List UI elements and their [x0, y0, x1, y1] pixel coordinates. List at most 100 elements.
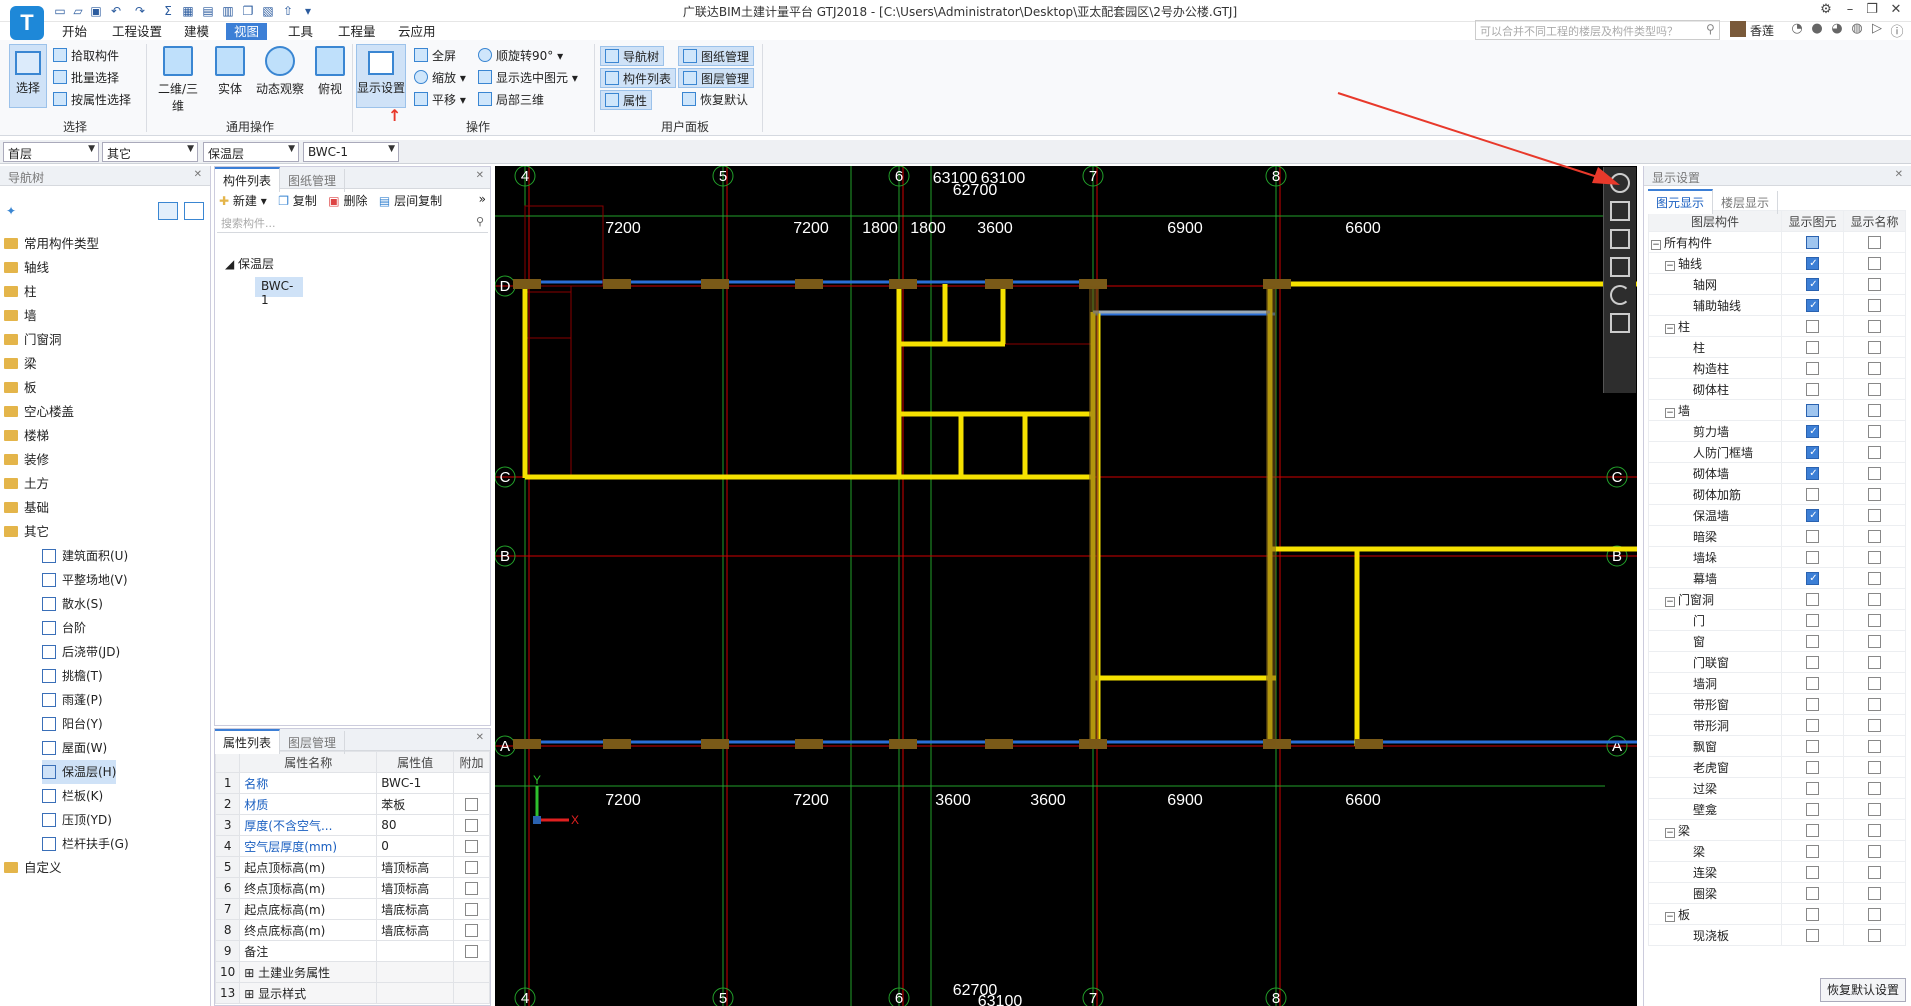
- save-icon[interactable]: ▣: [88, 3, 104, 19]
- search-icon[interactable]: ⚲: [1706, 22, 1715, 36]
- show-name-checkbox[interactable]: [1868, 383, 1881, 396]
- property-row[interactable]: 13 ⊞ 显示样式: [214, 982, 490, 1004]
- show-element-checkbox[interactable]: [1806, 698, 1819, 711]
- show-element-checkbox[interactable]: [1806, 551, 1819, 564]
- show-element-checkbox[interactable]: [1806, 236, 1819, 249]
- refresh-icon[interactable]: [1610, 285, 1630, 305]
- nav-sub-item[interactable]: 压顶(YD): [42, 808, 112, 832]
- display-row[interactable]: 砌体柱: [1648, 378, 1906, 400]
- category-select[interactable]: 其它 ▼: [102, 142, 198, 162]
- select-by-attribute-button[interactable]: 按属性选择: [53, 90, 131, 110]
- close-icon[interactable]: ✕: [470, 729, 490, 746]
- property-value[interactable]: 苯板: [376, 793, 454, 815]
- top-view-button[interactable]: 俯视: [306, 46, 354, 104]
- property-row[interactable]: 5 起点顶标高(m) 墙顶标高: [214, 856, 490, 878]
- tab-layer-manager[interactable]: 图层管理: [280, 731, 346, 754]
- video-icon[interactable]: ▷: [1868, 21, 1886, 39]
- show-element-checkbox[interactable]: [1806, 845, 1819, 858]
- show-element-checkbox[interactable]: [1806, 761, 1819, 774]
- component-select[interactable]: BWC-1 ▼: [303, 142, 399, 162]
- show-element-checkbox[interactable]: [1806, 362, 1819, 375]
- nav-item[interactable]: 梁: [4, 352, 37, 376]
- close-icon[interactable]: ✕: [1895, 169, 1903, 180]
- property-value[interactable]: 墙顶标高: [376, 877, 454, 899]
- batch-select-button[interactable]: 批量选择: [53, 68, 119, 88]
- display-row[interactable]: − 柱: [1648, 315, 1906, 337]
- message-icon[interactable]: ●: [1808, 21, 1826, 39]
- show-element-checkbox[interactable]: [1806, 908, 1819, 921]
- grid-icon[interactable]: [1610, 313, 1630, 333]
- tab-element-display[interactable]: 图元显示: [1648, 189, 1714, 214]
- nav-item[interactable]: 门窗洞: [4, 328, 62, 352]
- display-row[interactable]: 构造柱: [1648, 357, 1906, 379]
- 2d-3d-button[interactable]: 二维/三维: [154, 46, 202, 113]
- show-name-checkbox[interactable]: [1868, 782, 1881, 795]
- property-row[interactable]: 9 备注: [214, 940, 490, 962]
- nav-sub-item[interactable]: 雨蓬(P): [42, 688, 103, 712]
- show-element-checkbox[interactable]: [1806, 635, 1819, 648]
- nav-item[interactable]: 装修: [4, 448, 49, 472]
- display-row[interactable]: 暗梁: [1648, 525, 1906, 547]
- display-row[interactable]: − 门窗洞: [1648, 588, 1906, 610]
- display-row[interactable]: − 所有构件: [1648, 231, 1906, 253]
- show-name-checkbox[interactable]: [1868, 551, 1881, 564]
- skin-icon[interactable]: ◍: [1848, 21, 1866, 39]
- show-name-checkbox[interactable]: [1868, 257, 1881, 270]
- minimize-icon[interactable]: –: [1840, 2, 1860, 17]
- show-name-checkbox[interactable]: [1868, 908, 1881, 921]
- show-element-checkbox[interactable]: [1806, 803, 1819, 816]
- show-name-checkbox[interactable]: [1868, 509, 1881, 522]
- nav-item[interactable]: 轴线: [4, 256, 49, 280]
- show-element-checkbox[interactable]: [1806, 887, 1819, 900]
- display-row[interactable]: 带形窗: [1648, 693, 1906, 715]
- nav-sub-item[interactable]: 台阶: [42, 616, 86, 640]
- show-name-checkbox[interactable]: [1868, 845, 1881, 858]
- restore-icon[interactable]: ❐: [1862, 2, 1882, 17]
- show-element-checkbox[interactable]: [1806, 488, 1819, 501]
- show-element-checkbox[interactable]: [1806, 614, 1819, 627]
- display-row[interactable]: 带形洞: [1648, 714, 1906, 736]
- property-value[interactable]: BWC-1: [376, 772, 454, 794]
- select-button[interactable]: 选择: [9, 44, 47, 108]
- copy-button[interactable]: ❐ 复制: [278, 194, 317, 208]
- property-row[interactable]: 2 材质 苯板: [214, 793, 490, 815]
- show-element-checkbox[interactable]: [1806, 446, 1819, 459]
- image-icon[interactable]: ▤: [200, 3, 216, 19]
- rotate-90-button[interactable]: 顺旋转90° ▾: [478, 46, 563, 66]
- property-row[interactable]: 10 ⊞ 土建业务属性: [214, 961, 490, 983]
- display-row[interactable]: − 轴线: [1648, 252, 1906, 274]
- nav-item[interactable]: 板: [4, 376, 37, 400]
- show-name-checkbox[interactable]: [1868, 929, 1881, 942]
- display-row[interactable]: 梁: [1648, 840, 1906, 862]
- properties-toggle[interactable]: 属性: [600, 90, 653, 110]
- qa-dropdown-icon[interactable]: ▾: [300, 3, 316, 19]
- copy-between-floors-button[interactable]: ▤ 层间复制: [379, 194, 442, 208]
- help-search-input[interactable]: 可以合并不同工程的楼层及构件类型吗？: [1475, 20, 1720, 40]
- drawing-manager-toggle[interactable]: 图纸管理: [678, 46, 755, 66]
- show-name-checkbox[interactable]: [1868, 761, 1881, 774]
- show-name-checkbox[interactable]: [1868, 446, 1881, 459]
- menu-modeling[interactable]: 建模: [176, 23, 217, 41]
- extra-checkbox[interactable]: [465, 903, 478, 916]
- feedback-icon[interactable]: ◕: [1828, 21, 1846, 39]
- show-element-checkbox[interactable]: [1806, 656, 1819, 669]
- display-settings-button[interactable]: 显示设置: [356, 44, 406, 108]
- nav-sub-item[interactable]: 栏板(K): [42, 784, 103, 808]
- tab-drawing-manager[interactable]: 图纸管理: [280, 169, 346, 192]
- property-value[interactable]: [376, 940, 454, 962]
- show-name-checkbox[interactable]: [1868, 698, 1881, 711]
- show-element-checkbox[interactable]: [1806, 866, 1819, 879]
- show-element-checkbox[interactable]: [1806, 467, 1819, 480]
- close-icon[interactable]: ✕: [470, 167, 490, 184]
- copy-icon[interactable]: ❐: [240, 3, 256, 19]
- extra-checkbox[interactable]: [465, 798, 478, 811]
- redo-icon[interactable]: ↷: [132, 3, 148, 19]
- display-row[interactable]: 保温墙: [1648, 504, 1906, 526]
- show-name-checkbox[interactable]: [1868, 320, 1881, 333]
- more-icon[interactable]: »: [479, 192, 486, 206]
- show-element-checkbox[interactable]: [1806, 278, 1819, 291]
- show-name-checkbox[interactable]: [1868, 341, 1881, 354]
- collapse-icon[interactable]: −: [1651, 239, 1661, 250]
- display-row[interactable]: 门: [1648, 609, 1906, 631]
- extra-checkbox[interactable]: [465, 882, 478, 895]
